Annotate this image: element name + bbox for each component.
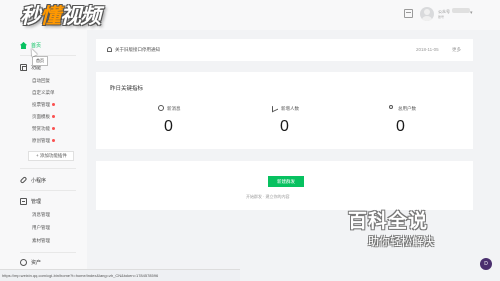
stat-value-total-users: 0: [396, 118, 405, 135]
sidebar-subitem-vote[interactable]: 投票管理: [32, 102, 55, 108]
stat-label-new-messages: 新消息: [167, 106, 181, 111]
watermark-part3: 视频: [60, 3, 101, 28]
notification-dot: [52, 115, 55, 119]
notice-more-link[interactable]: 更多: [452, 47, 461, 53]
watermark-subtitle: 助你轻松解决: [368, 235, 434, 248]
notification-dot: [52, 103, 55, 107]
sidebar-subitem-reward[interactable]: 赞赏功能: [32, 126, 55, 132]
avatar[interactable]: [420, 7, 434, 21]
sidebar-subitem-materials[interactable]: 素材管理: [32, 238, 50, 244]
sidebar-subitem-label: 原创管理: [32, 138, 50, 143]
sidebar-subitem-label: 自定义菜单: [32, 90, 55, 95]
sidebar-subitem-label: 页面模板: [32, 114, 50, 119]
floating-help-button[interactable]: D: [480, 258, 492, 270]
sidebar-subitem-label: 消息管理: [32, 212, 50, 217]
sidebar-item-manage[interactable]: 管理: [31, 198, 41, 205]
divider: [20, 190, 76, 191]
mail-icon[interactable]: [404, 9, 413, 18]
notification-dot: [52, 127, 55, 131]
baidu-baike-watermark: 百科全说 助你轻松解决: [344, 206, 470, 256]
new-broadcast-button[interactable]: 新建群发: [268, 176, 304, 187]
user-icon: [389, 105, 393, 109]
sidebar-subitem-label: 用户管理: [32, 225, 50, 230]
stat-value-new-followers: 0: [280, 118, 289, 135]
home-icon: [20, 42, 27, 49]
divider: [20, 168, 76, 169]
publish-card: 新建群发 开始群发 · 建立你的内容: [96, 161, 473, 210]
watermark-part1: 秒: [20, 3, 41, 28]
manage-icon: [20, 198, 27, 205]
sidebar-subitem-users[interactable]: 用户管理: [32, 225, 50, 231]
account-subtitle: 账号: [438, 15, 445, 19]
notification-dot: [52, 139, 55, 143]
sidebar-subitem-original[interactable]: 原创管理: [32, 138, 55, 144]
watermark-title: 百科全说: [348, 210, 429, 232]
add-plugin-label: + 添加功能插件: [36, 153, 67, 158]
sidebar-item-assets[interactable]: 资产: [31, 259, 41, 266]
account-id-blurred: [452, 8, 470, 13]
publish-hint: 开始群发 · 建立你的内容: [246, 194, 290, 199]
browser-status-bar: https://mp.weixin.qq.com/cgi-bin/home?t=…: [0, 269, 240, 281]
sidebar-subitem-page-template[interactable]: 页面模板: [32, 114, 55, 120]
stat-label-new-followers: 新增人数: [281, 106, 299, 111]
sidebar-item-mini-program[interactable]: 小程序: [31, 177, 46, 184]
sidebar-subitem-label: 素材管理: [32, 238, 50, 243]
sidebar-subitem-label: 自动回复: [32, 78, 50, 83]
sidebar-subitem-auto-reply[interactable]: 自动回复: [32, 78, 50, 84]
sidebar: 首页 功能 自动回复 自定义菜单 投票管理 页面模板 赞赏功能 原创管理 + 添…: [0, 30, 87, 281]
divider: [20, 252, 76, 253]
asset-icon: [20, 259, 27, 266]
stats-title: 昨日关键指标: [110, 86, 144, 92]
link-icon: [19, 176, 28, 184]
sidebar-subitem-label: 赞赏功能: [32, 126, 50, 131]
watermark-logo: 秒懂视频: [20, 3, 101, 28]
stats-card: 昨日关键指标 新消息 0 新增人数 0 总用户数 0: [96, 72, 473, 149]
notice-link[interactable]: 关于旧版接口停用通知: [115, 47, 160, 53]
bell-icon: [107, 47, 112, 52]
status-url: https://mp.weixin.qq.com/cgi-bin/home?t=…: [2, 273, 159, 278]
chevron-down-icon[interactable]: ▾: [470, 10, 473, 16]
stat-value-new-messages: 0: [164, 118, 173, 135]
message-icon: [158, 105, 164, 111]
notice-date: 2018-11-05: [416, 47, 439, 52]
tooltip: 首页: [32, 56, 48, 66]
watermark-part2: 懂: [40, 3, 61, 28]
notice-card: 关于旧版接口停用通知 2018-11-05 更多: [96, 39, 473, 61]
trend-up-icon: [272, 103, 278, 113]
sidebar-subitem-custom-menu[interactable]: 自定义菜单: [32, 90, 55, 96]
top-bar: 秒懂视频 公众号 账号 ▾: [0, 0, 500, 30]
sidebar-subitem-label: 投票管理: [32, 102, 50, 107]
function-icon: [20, 64, 27, 71]
divider: [20, 55, 76, 56]
sidebar-subitem-messages[interactable]: 消息管理: [32, 212, 50, 218]
stat-label-total-users: 总用户数: [398, 106, 416, 111]
